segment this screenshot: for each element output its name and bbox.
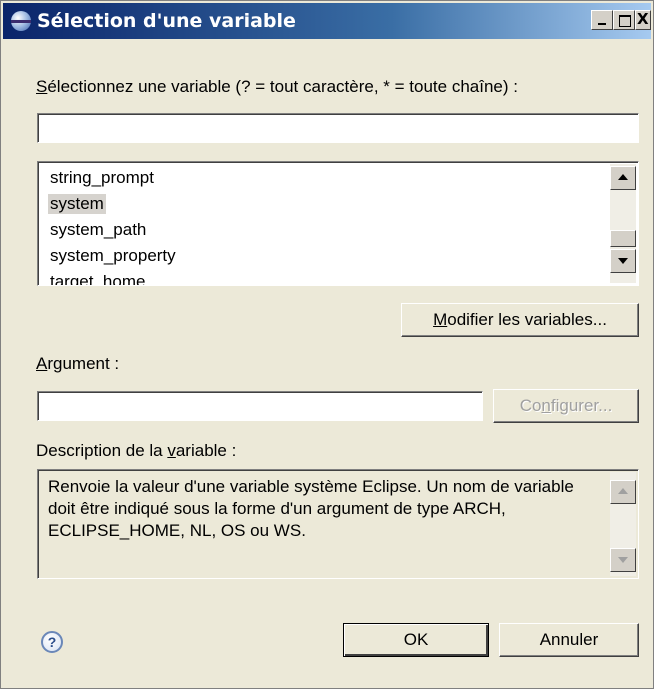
argument-label-text: rgument :: [47, 354, 120, 373]
argument-label-mnemonic: A: [36, 354, 48, 373]
close-button[interactable]: X: [635, 10, 651, 30]
list-item[interactable]: string_prompt: [48, 168, 156, 188]
scroll-thumb[interactable]: [610, 230, 636, 247]
configure-mnemonic: n: [541, 396, 551, 415]
eclipse-icon: [11, 11, 31, 31]
window-title: Sélection d'une variable: [37, 10, 296, 32]
variable-list[interactable]: string_prompt system system_path system_…: [37, 161, 639, 286]
scroll-up-button[interactable]: [610, 166, 636, 190]
description-scrollbar[interactable]: [610, 472, 636, 576]
configure-button[interactable]: Configurer...: [493, 389, 639, 423]
configure-label-post: figurer...: [550, 396, 613, 415]
filter-label-text: électionnez une variable (? = tout carac…: [47, 77, 518, 96]
argument-input[interactable]: [37, 391, 483, 421]
description-label-post: ariable :: [175, 441, 237, 460]
ok-button[interactable]: OK: [343, 623, 489, 657]
dialog-window: Sélection d'une variable X Sélectionnez …: [0, 0, 654, 689]
description-label-mnemonic: v: [167, 441, 176, 460]
minimize-button[interactable]: [591, 10, 613, 30]
configure-label-pre: Co: [519, 396, 542, 415]
help-icon[interactable]: ?: [41, 631, 63, 653]
argument-label: Argument :: [36, 354, 119, 374]
description-label-pre: Description de la: [36, 441, 168, 460]
list-item[interactable]: target_home: [48, 272, 147, 285]
description-text: Renvoie la valeur d'une variable système…: [48, 477, 574, 540]
list-scrollbar[interactable]: [610, 164, 636, 283]
filter-label: Sélectionnez une variable (? = tout cara…: [36, 77, 518, 97]
maximize-button[interactable]: [613, 10, 635, 30]
minimize-icon: [598, 23, 606, 25]
list-item[interactable]: system_path: [48, 220, 148, 240]
edit-variables-button[interactable]: Modifier les variables...: [401, 303, 639, 337]
filter-input[interactable]: [37, 113, 639, 143]
scroll-down-arrow-icon: [618, 557, 628, 563]
cancel-button[interactable]: Annuler: [499, 623, 639, 657]
scroll-up-arrow-icon: [618, 488, 628, 494]
title-bar[interactable]: Sélection d'une variable X: [3, 3, 651, 39]
description-scroll-up-button[interactable]: [610, 480, 636, 504]
list-item[interactable]: system: [48, 194, 106, 214]
filter-label-mnemonic: S: [36, 77, 48, 96]
scroll-down-arrow-icon: [618, 258, 628, 264]
list-item[interactable]: system_property: [48, 246, 178, 266]
description-box: Renvoie la valeur d'une variable système…: [37, 469, 639, 579]
maximize-icon: [619, 15, 631, 27]
description-label: Description de la variable :: [36, 441, 236, 461]
edit-variables-label: odifier les variables...: [447, 310, 607, 329]
close-icon: X: [637, 10, 649, 28]
scroll-up-arrow-icon: [618, 174, 628, 180]
edit-variables-mnemonic: M: [433, 310, 448, 329]
scroll-down-button[interactable]: [610, 249, 636, 273]
description-scroll-down-button[interactable]: [610, 548, 636, 572]
